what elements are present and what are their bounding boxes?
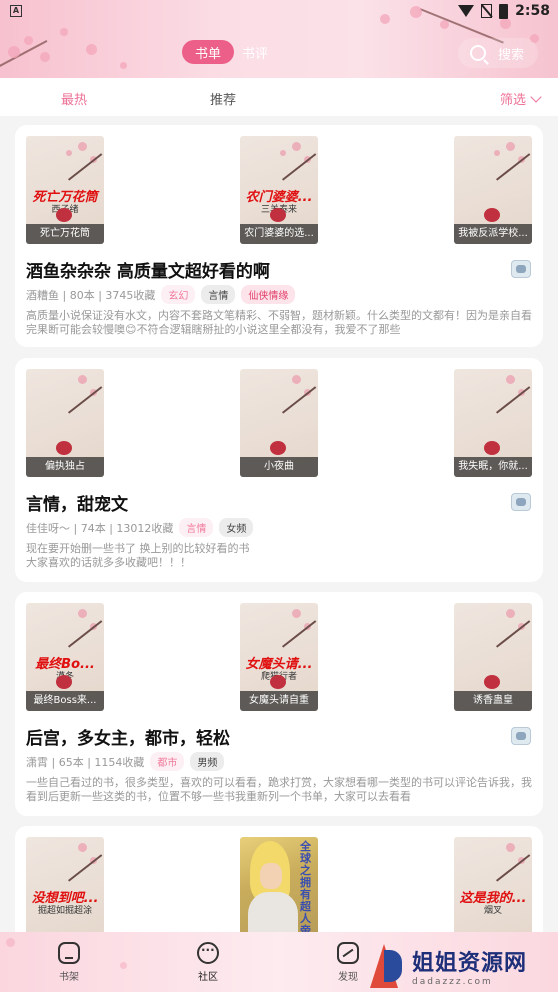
tag: 女频 (219, 518, 254, 537)
wifi-icon (458, 5, 475, 17)
header-tabs: 书单 书评 (182, 40, 268, 64)
booklist-description: 高质量小说保证没有水文，内容不套路文笔精彩、不弱智，题材新颖。什么类型的文都有！… (26, 309, 532, 336)
cover-caption: 小夜曲 (240, 457, 318, 477)
filter-dropdown[interactable]: 筛选 (500, 89, 542, 108)
filter-recommend[interactable]: 推荐 (210, 89, 236, 108)
level-badge-icon (511, 260, 531, 278)
status-bar: A 2:58 (0, 0, 558, 24)
nav-discover[interactable]: 发现 (318, 942, 378, 983)
filter-hot[interactable]: 最热 (61, 89, 87, 108)
book-cover[interactable]: 我失眠，你就... (454, 369, 532, 477)
booklist-title: 言情，甜宠文 (26, 495, 128, 515)
book-cover[interactable]: 没想到吧... 掘超如掘超涂 (26, 837, 104, 945)
booklist-meta: 潇霄 | 65本 | 1154收藏 都市 男频 (26, 752, 225, 771)
tag: 都市 (150, 752, 185, 771)
chat-icon (197, 942, 219, 964)
no-sim-icon (481, 4, 493, 18)
cover-caption: 偏执独占 (26, 457, 104, 477)
nav-discover-label: 发现 (338, 972, 358, 983)
booklist-title: 酒鱼杂杂杂 高质量文超好看的啊 (26, 262, 270, 282)
level-badge-icon (511, 727, 531, 745)
booklist-card[interactable]: 偏执独占 小夜曲 我失眠，你就... 言情，甜宠文 佳佳呀～ | 74本 | 1… (15, 358, 543, 582)
book-cover[interactable]: 死亡万花筒 西子绪 死亡万花筒 (26, 136, 104, 244)
search-icon (470, 45, 486, 61)
book-cover[interactable]: 这是我的... 烟叉 (454, 837, 532, 945)
booklist-card[interactable]: 没想到吧... 掘超如掘超涂 全球之拥有超人帝国 这是我的... 烟叉 (15, 826, 543, 946)
tag: 男频 (190, 752, 225, 771)
meta-text: 佳佳呀～ | 74本 | 13012收藏 (26, 521, 174, 535)
cover-caption: 女魔头请自重 (240, 691, 318, 711)
book-cover[interactable]: 诱香蛊皇 (454, 603, 532, 711)
app-header: A 2:58 书单 书评 搜索 (0, 0, 558, 78)
nav-shelf[interactable]: 书架 (39, 942, 99, 983)
nav-community[interactable]: 社区 (178, 942, 238, 983)
cover-caption: 最终Boss来... (26, 691, 104, 711)
cover-title: 全球之拥有超人帝国 (300, 840, 311, 946)
booklist-card[interactable]: 死亡万花筒 西子绪 死亡万花筒 农门婆婆... 三羊泰来 农门婆婆的选... 我… (15, 125, 543, 347)
book-cover[interactable]: 女魔头请... 爬猫行者 女魔头请自重 (240, 603, 318, 711)
book-cover[interactable]: 偏执独占 (26, 369, 104, 477)
battery-icon (499, 3, 509, 19)
tag: 言情 (179, 518, 214, 537)
booklist-card[interactable]: 最终Bo... 漠冬 最终Boss来... 女魔头请... 爬猫行者 女魔头请自… (15, 592, 543, 816)
cover-caption: 我被反派学校... (454, 224, 532, 244)
bookshelf-icon (58, 942, 80, 964)
cover-caption: 我失眠，你就... (454, 457, 532, 477)
book-cover[interactable]: 最终Bo... 漠冬 最终Boss来... (26, 603, 104, 711)
tab-review[interactable]: 书评 (242, 43, 268, 62)
watermark-icon (370, 944, 406, 988)
filter-bar: 最热 推荐 筛选 (0, 78, 558, 116)
notification-icon: A (10, 5, 22, 17)
tag: 玄幻 (161, 285, 196, 304)
level-badge-icon (511, 493, 531, 511)
booklist-meta: 酒糟鱼 | 80本 | 3745收藏 玄幻 言情 仙侠情缘 (26, 285, 296, 304)
nav-community-label: 社区 (198, 972, 218, 983)
search-label: 搜索 (498, 47, 525, 63)
tab-booklist[interactable]: 书单 (182, 40, 234, 64)
cover-caption: 诱香蛊皇 (454, 691, 532, 711)
booklist-description: 一些自己看过的书，很多类型，喜欢的可以看看，跪求打赏，大家想看哪一类型的书可以评… (26, 776, 532, 803)
booklist-title: 后宫，多女主，都市，轻松 (26, 729, 230, 749)
meta-text: 潇霄 | 65本 | 1154收藏 (26, 755, 145, 769)
booklist-meta: 佳佳呀～ | 74本 | 13012收藏 言情 女频 (26, 518, 254, 537)
book-cover[interactable]: 我被反派学校... (454, 136, 532, 244)
filter-label: 筛选 (500, 93, 527, 108)
nav-shelf-label: 书架 (59, 972, 79, 983)
discover-icon (337, 942, 359, 964)
cover-author: 掘超如掘超涂 (37, 906, 92, 916)
tag: 仙侠情缘 (241, 285, 296, 304)
status-time: 2:58 (515, 3, 550, 19)
meta-text: 酒糟鱼 | 80本 | 3745收藏 (26, 288, 156, 302)
book-cover[interactable]: 农门婆婆... 三羊泰来 农门婆婆的选... (240, 136, 318, 244)
tag: 言情 (201, 285, 236, 304)
cover-caption: 死亡万花筒 (26, 224, 104, 244)
cover-caption: 农门婆婆的选... (240, 224, 318, 244)
book-cover[interactable]: 全球之拥有超人帝国 (240, 837, 318, 945)
chevron-down-icon (530, 90, 542, 103)
watermark-domain: dadazzz.com (412, 977, 493, 987)
watermark-logo: 姐姐资源网 dadazzz.com (370, 940, 556, 992)
booklist-description: 现在要开始删一些书了 换上别的比较好看的书 大家喜欢的话就多多收藏吧！！！ (26, 542, 250, 569)
watermark-name: 姐姐资源网 (412, 951, 528, 976)
cover-author: 烟叉 (483, 906, 502, 916)
book-cover[interactable]: 小夜曲 (240, 369, 318, 477)
search-button[interactable]: 搜索 (458, 38, 538, 68)
